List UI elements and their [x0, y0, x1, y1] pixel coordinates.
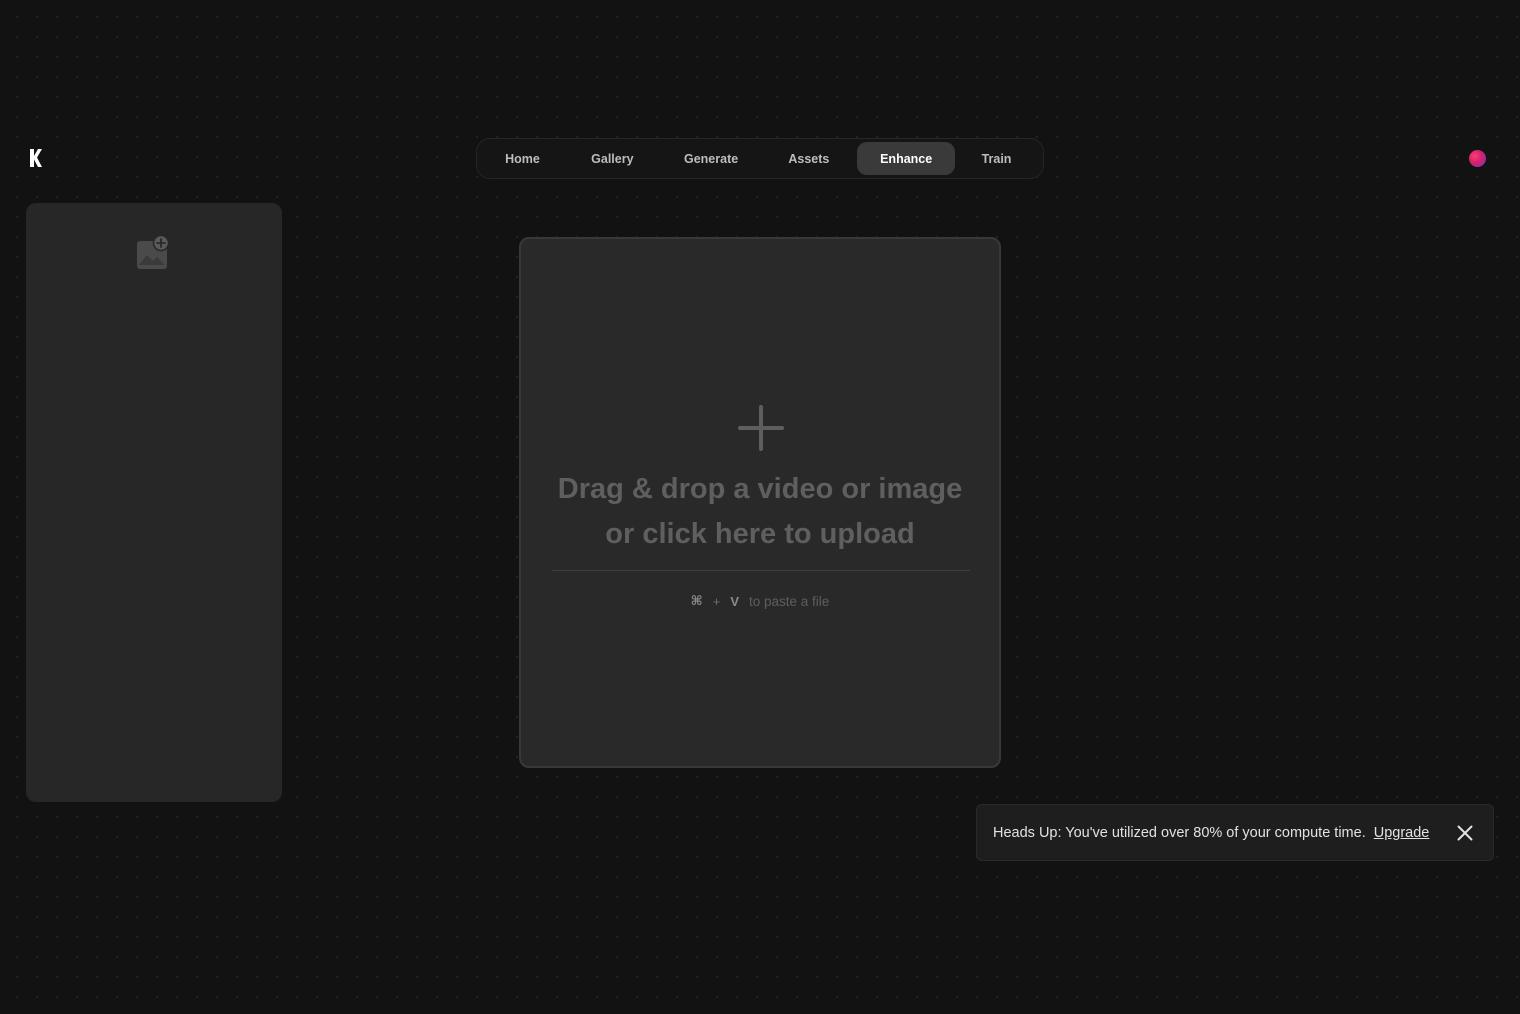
tab-home[interactable]: Home — [482, 142, 563, 175]
tab-generate[interactable]: Generate — [662, 142, 761, 175]
toast-message: Heads Up: You've utilized over 80% of yo… — [993, 824, 1366, 841]
upgrade-link[interactable]: Upgrade — [1374, 825, 1430, 841]
upload-title-line1: Drag & drop a video or image — [557, 473, 963, 505]
krea-logo-icon[interactable] — [28, 148, 44, 168]
page: Home Gallery Generate Assets Enhance Tra… — [0, 0, 1520, 1014]
side-panel — [26, 203, 282, 802]
paste-hint: ⌘ + V to paste a file — [521, 593, 999, 609]
tab-enhance[interactable]: Enhance — [857, 142, 956, 175]
upload-title: Drag & drop a video or image or click he… — [521, 467, 999, 557]
compute-usage-toast: Heads Up: You've utilized over 80% of yo… — [976, 804, 1494, 861]
add-image-icon[interactable] — [136, 234, 172, 271]
close-icon[interactable] — [1457, 825, 1473, 841]
main-nav: Home Gallery Generate Assets Enhance Tra… — [476, 138, 1044, 179]
avatar[interactable] — [1469, 150, 1486, 167]
shortcut-plus: + — [712, 593, 721, 609]
tab-train[interactable]: Train — [955, 142, 1038, 175]
upload-dropzone[interactable]: Drag & drop a video or image or click he… — [519, 237, 1001, 768]
upload-title-line2: or click here to upload — [605, 518, 915, 550]
tab-gallery[interactable]: Gallery — [563, 142, 662, 175]
plus-icon — [738, 405, 784, 451]
v-key: V — [730, 593, 739, 609]
divider — [552, 570, 970, 571]
paste-hint-text: to paste a file — [749, 593, 830, 609]
command-key-icon: ⌘ — [690, 593, 703, 608]
tab-assets[interactable]: Assets — [760, 142, 857, 175]
